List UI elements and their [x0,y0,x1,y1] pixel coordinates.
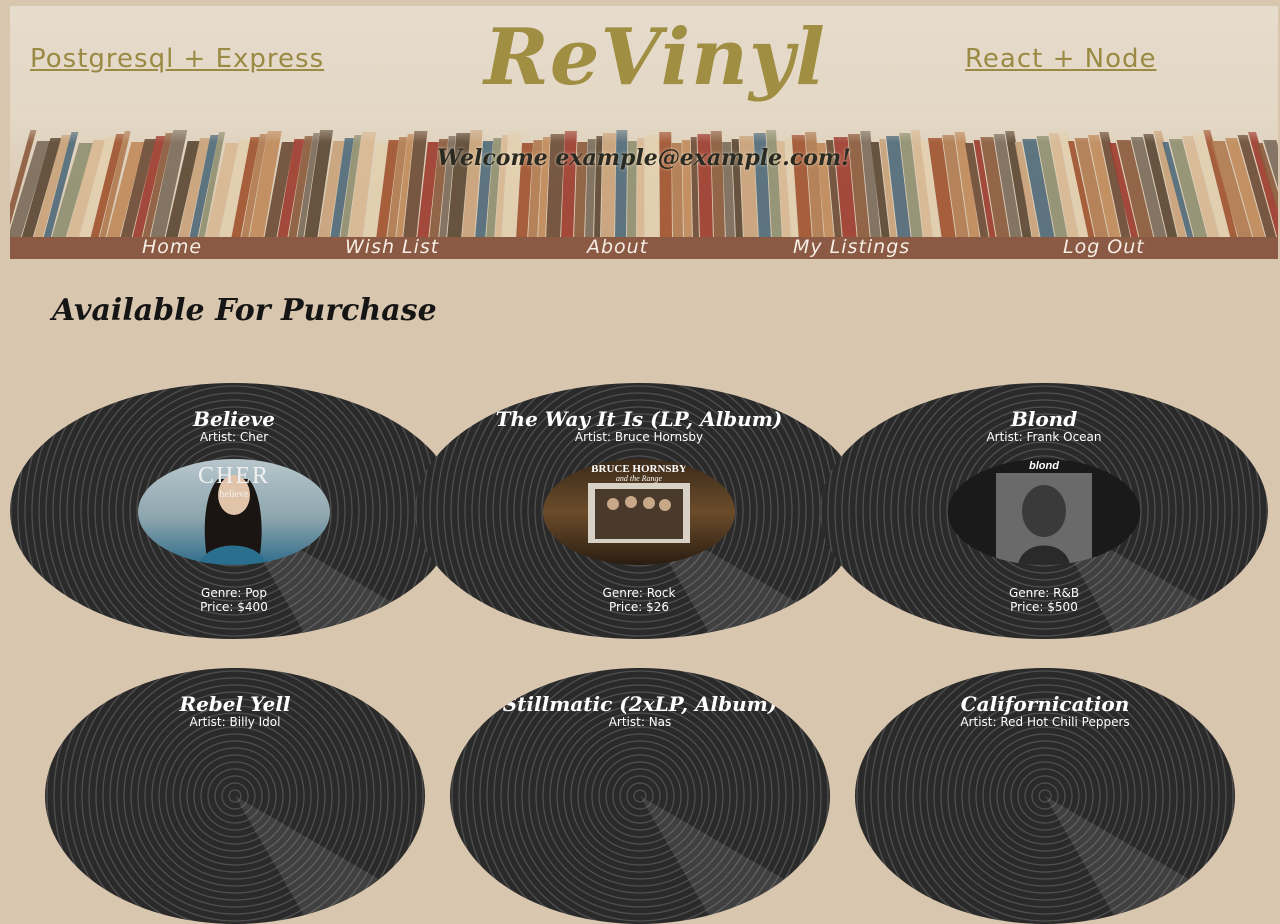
record-card[interactable]: Rebel Yell Artist: Billy Idol [45,668,425,924]
postgresql-express-link[interactable]: Postgresql + Express [30,44,324,74]
record-card[interactable]: The Way It Is (LP, Album) Artist: Bruce … [415,383,863,639]
cover-title: CHER [197,463,270,489]
record-title: Stillmatic (2xLP, Album) [502,692,778,716]
album-cover-image: blond [948,459,1140,565]
record-card[interactable]: Believe Artist: Cher CHER believe Genre:… [10,383,458,639]
record-price: Price: $26 [608,600,670,614]
nav-home[interactable]: Home [142,236,202,258]
nav-about[interactable]: About [587,236,648,258]
record-artist: Artist: Bruce Hornsby [574,430,704,444]
record-artist: Artist: Frank Ocean [986,430,1102,444]
record-card[interactable]: Stillmatic (2xLP, Album) Artist: Nas [450,668,830,924]
record-price: Price: $500 [1010,600,1078,614]
record-artist: Artist: Nas [608,715,672,729]
album-cover-image: BRUCE HORNSBY and the Range [543,459,735,565]
nav-wish-list[interactable]: Wish List [345,236,439,258]
nav-log-out[interactable]: Log Out [1063,236,1145,258]
header-banner: Postgresql + Express ReVinyl React + Nod… [10,6,1278,238]
record-title: Californication [960,692,1130,716]
record-title: Believe [193,407,275,431]
album-cover-image: CHER believe [138,459,330,565]
record-card[interactable]: Californication Artist: Red Hot Chili Pe… [855,668,1235,924]
record-genre: Genre: R&B [1008,586,1080,600]
record-artist: Artist: Billy Idol [189,715,281,729]
cover-subtitle: believe [219,489,249,500]
record-artist: Artist: Cher [199,430,269,444]
record-card[interactable]: Blond Artist: Frank Ocean blond Genre: R… [820,383,1268,639]
record-genre: Genre: Rock [602,586,676,600]
nav-my-listings[interactable]: My Listings [793,236,910,258]
welcome-message: Welcome example@example.com! [437,145,851,171]
record-title: The Way It Is (LP, Album) [495,407,783,431]
record-title: Rebel Yell [179,692,291,716]
record-price: Price: $400 [200,600,268,614]
cover-title: blond [1029,460,1059,472]
record-title: Blond [1010,407,1078,431]
record-artist: Artist: Red Hot Chili Peppers [960,715,1130,729]
record-genre: Genre: Pop [201,586,267,600]
react-node-link[interactable]: React + Node [965,44,1157,74]
main-nav: Home Wish List About My Listings Log Out [10,236,1278,259]
cover-subtitle: and the Range [615,474,663,483]
record-shelf-image [10,110,1278,238]
section-title: Available For Purchase [52,293,437,328]
site-logo[interactable]: ReVinyl [440,12,870,103]
